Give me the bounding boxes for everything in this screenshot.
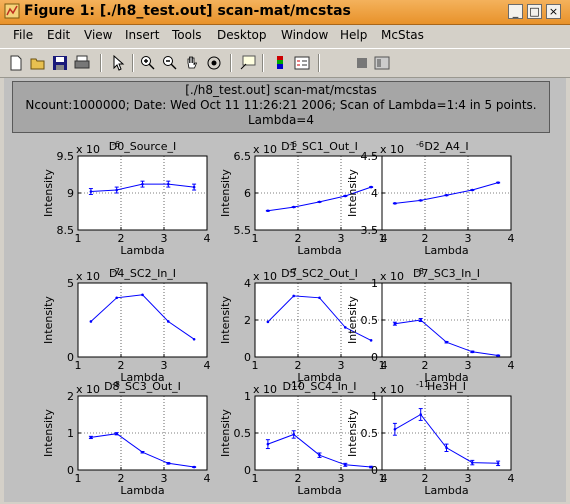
figure-canvas[interactable] xyxy=(4,78,566,502)
zoom-in-icon[interactable] xyxy=(140,55,156,71)
hide-plot-tools-icon[interactable] xyxy=(354,55,370,71)
menu-file[interactable]: File xyxy=(13,28,33,42)
menu-help[interactable]: Help xyxy=(340,28,367,42)
menu-tools[interactable]: Tools xyxy=(172,28,202,42)
toolbar-separator xyxy=(230,54,232,72)
close-button[interactable]: × xyxy=(546,4,561,19)
menu-window[interactable]: Window xyxy=(281,28,328,42)
print-icon[interactable] xyxy=(74,55,90,71)
figure-toolbar xyxy=(0,48,570,78)
header-line-1: [./h8_test.out] scan-mat/mcstas xyxy=(185,83,377,97)
arrow-icon[interactable] xyxy=(110,55,126,71)
title-bar[interactable]: Figure 1: [./h8_test.out] scan-mat/mcsta… xyxy=(0,0,570,25)
scan-header: [./h8_test.out] scan-mat/mcstas Ncount:1… xyxy=(12,81,550,133)
minimize-button[interactable]: _ xyxy=(508,4,523,19)
matlab-figure-icon[interactable] xyxy=(4,3,20,19)
menu-edit[interactable]: Edit xyxy=(47,28,70,42)
menu-desktop[interactable]: Desktop xyxy=(217,28,267,42)
toolbar-separator xyxy=(132,54,134,72)
open-icon[interactable] xyxy=(30,55,46,71)
header-line-2: Ncount:1000000; Date: Wed Oct 11 11:26:2… xyxy=(25,98,537,112)
menu-view[interactable]: View xyxy=(84,28,112,42)
legend-icon[interactable] xyxy=(294,55,310,71)
colorbar-icon[interactable] xyxy=(272,55,288,71)
menu-insert[interactable]: Insert xyxy=(125,28,159,42)
rotate-icon[interactable] xyxy=(206,55,222,71)
maximize-button[interactable]: □ xyxy=(527,4,542,19)
menu-mcstas[interactable]: McStas xyxy=(381,28,424,42)
toolbar-separator xyxy=(262,54,264,72)
data-cursor-icon[interactable] xyxy=(240,55,256,71)
header-line-3: Lambda=4 xyxy=(247,113,314,127)
toolbar-separator xyxy=(318,54,320,72)
toolbar-separator xyxy=(100,54,102,72)
zoom-out-icon[interactable] xyxy=(162,55,178,71)
menu-bar: File Edit View Insert Tools Desktop Wind… xyxy=(0,25,570,71)
show-plot-tools-icon[interactable] xyxy=(374,55,390,71)
new-icon[interactable] xyxy=(8,55,24,71)
pan-icon[interactable] xyxy=(184,55,200,71)
window-title: Figure 1: [./h8_test.out] scan-mat/mcsta… xyxy=(24,3,351,19)
save-icon[interactable] xyxy=(52,55,68,71)
